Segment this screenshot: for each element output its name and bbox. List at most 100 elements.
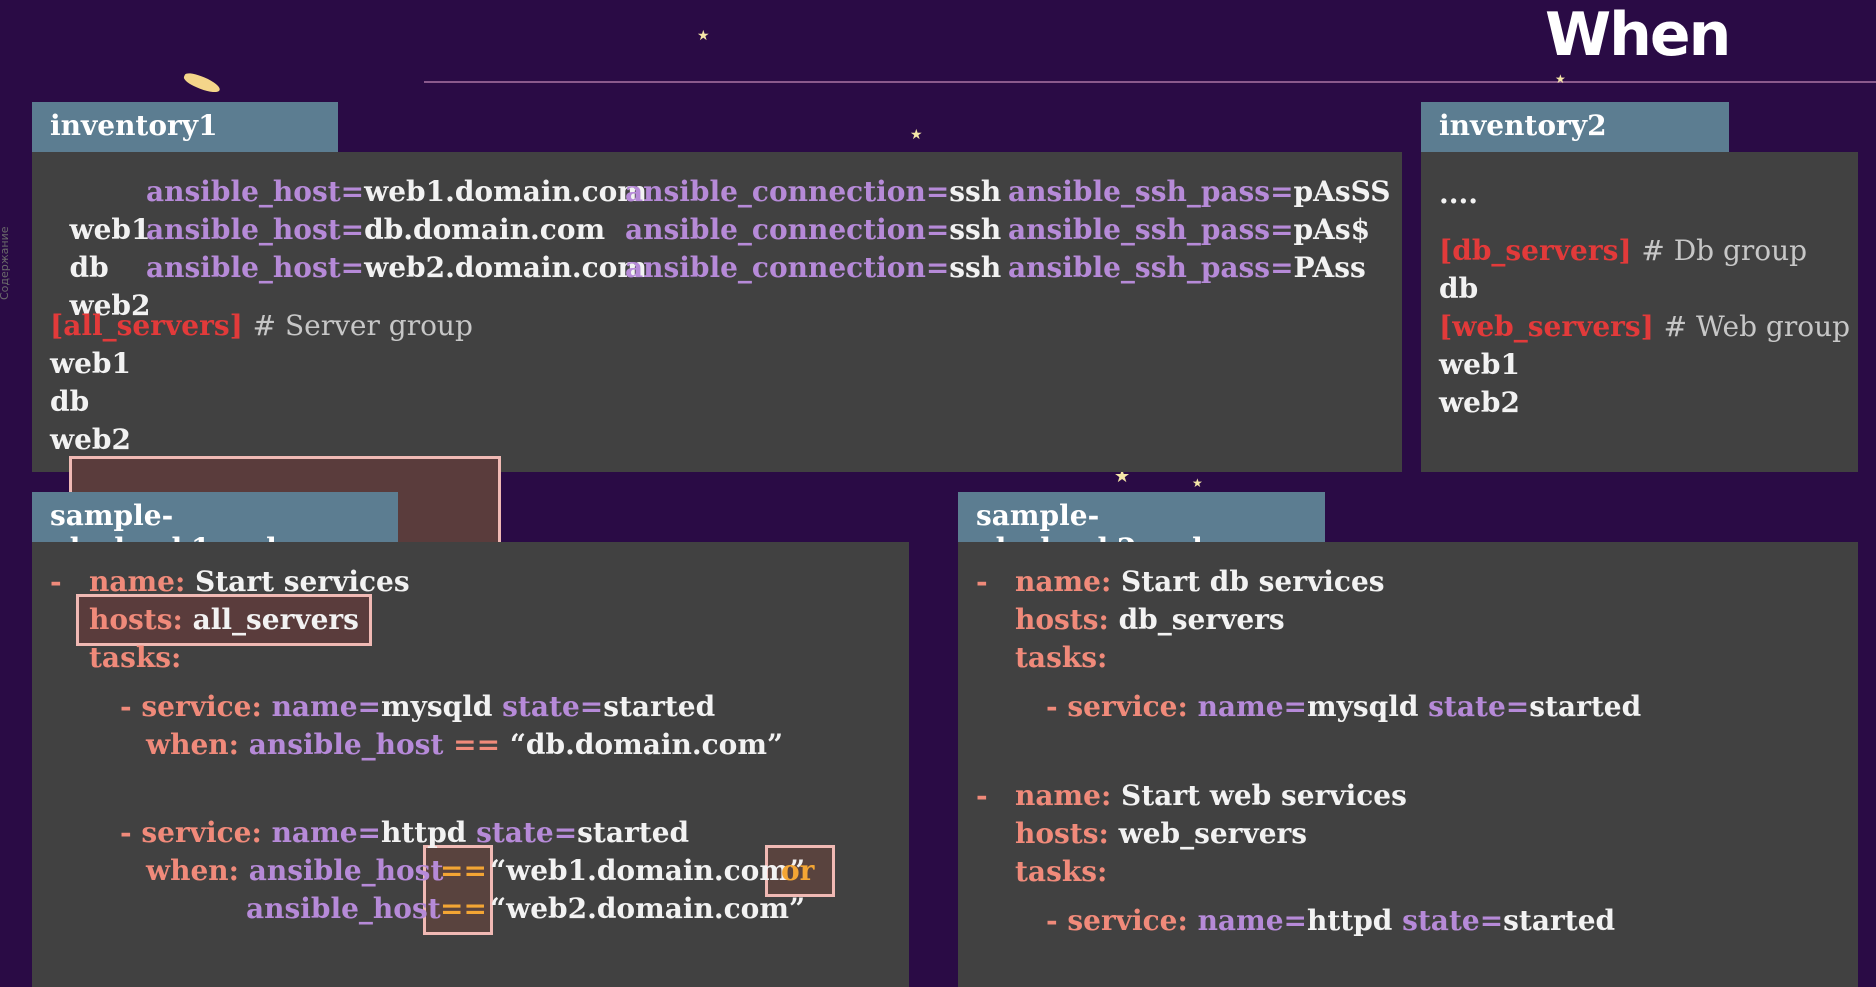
yaml-key: tasks: (89, 641, 182, 674)
task-service: - service: name=mysqld state=started (120, 688, 715, 726)
task-service: - service: name=httpd state=started (120, 814, 689, 852)
group-comment: # Server group (252, 309, 473, 342)
var-value: web2.domain.com (364, 251, 647, 284)
var-value: started (1503, 904, 1616, 937)
yaml-key: hosts: (89, 603, 183, 636)
yaml-key: tasks: (1015, 855, 1108, 888)
inventory1-host-row-vars: ansible_host=web2.domain.com (146, 249, 647, 287)
play-tasks: tasks: (89, 639, 181, 677)
var-value: httpd (380, 816, 467, 849)
yaml-key: name: (89, 565, 186, 598)
inventory1-host-row-pass: ansible_ssh_pass=pAs$ (1008, 211, 1370, 249)
var-value: web1.domain.com (364, 175, 647, 208)
when-operator: == (440, 854, 487, 887)
inventory1-host-row-pass: ansible_ssh_pass=pAsSS (1008, 173, 1390, 211)
yaml-key: name: (1015, 565, 1112, 598)
yaml-key: - service: (1046, 904, 1188, 937)
var-key: ansible_host= (146, 175, 365, 208)
when-variable: ansible_host (246, 892, 441, 925)
when-or-operator: or (781, 854, 815, 887)
play-name: name: Start services (89, 563, 410, 601)
group-member: web1 (1439, 348, 1520, 381)
task-when: when: ansible_host (146, 852, 443, 890)
yaml-key: - service: (1046, 690, 1188, 723)
tab-sample-playbook1: sample-playbook1.yml (32, 492, 398, 565)
star-icon: ★ (1555, 72, 1566, 86)
var-key: ansible_host= (146, 213, 365, 246)
yaml-value: all_servers (192, 603, 359, 636)
star-icon: ★ (910, 127, 923, 143)
inventory1-host-row-pass: ansible_ssh_pass=PAss (1008, 249, 1366, 287)
yaml-key: - service: (120, 816, 262, 849)
when-variable: ansible_host (248, 728, 444, 761)
yaml-key: hosts: (1015, 817, 1109, 850)
var-value: started (603, 690, 716, 723)
when-operator: == (440, 892, 487, 925)
var-key: ansible_ssh_pass= (1008, 175, 1294, 208)
var-key: name= (1197, 690, 1307, 723)
comet-decoration (182, 70, 222, 96)
inventory1-host-row-conn: ansible_connection=ssh (625, 211, 1001, 249)
yaml-value: Start services (195, 565, 410, 598)
yaml-key: when: (146, 854, 239, 887)
play-dash: - (976, 779, 988, 812)
var-key: state= (1402, 904, 1504, 937)
title-divider (424, 81, 1876, 83)
play-hosts: hosts: db_servers (1015, 601, 1285, 639)
inventory1-host-row-vars: ansible_host=db.domain.com (146, 211, 605, 249)
var-key: ansible_connection= (625, 213, 950, 246)
play-tasks: tasks: (1015, 853, 1107, 891)
var-value: mysqld (1306, 690, 1419, 723)
group-member: web1 (50, 347, 131, 380)
inventory1-host-row-conn: ansible_connection=ssh (625, 249, 1001, 287)
var-key: state= (476, 816, 578, 849)
web-servers-group-header: [web_servers] # Web group (1439, 308, 1850, 346)
var-key: name= (271, 690, 381, 723)
yaml-key: tasks: (1015, 641, 1108, 674)
all-servers-group-header: [all_servers] # Server group (50, 307, 473, 345)
var-value: pAsSS (1293, 175, 1391, 208)
group-name: [db_servers] (1439, 234, 1632, 267)
group-member: db (50, 385, 90, 418)
when-value: “db.domain.com” (509, 728, 784, 761)
yaml-key: name: (1015, 779, 1112, 812)
var-key: state= (1428, 690, 1530, 723)
star-icon: ★ (1192, 476, 1203, 490)
yaml-value: db_servers (1118, 603, 1285, 636)
group-member: web2 (1439, 386, 1520, 419)
var-value: started (577, 816, 690, 849)
var-value: ssh (949, 213, 1002, 246)
group-name: [all_servers] (50, 309, 243, 342)
group-member: web2 (50, 423, 131, 456)
tab-sample-playbook2: sample-playbook2.yml (958, 492, 1325, 565)
slide-title: When (1545, 0, 1731, 70)
var-key: name= (1197, 904, 1307, 937)
var-value: pAs$ (1293, 213, 1371, 246)
when-variable: ansible_host (248, 854, 444, 887)
tab-inventory1: inventory1 (32, 102, 338, 152)
when-value: “web1.domain.com” (490, 854, 806, 887)
play-dash: - (976, 565, 988, 598)
group-comment: # Web group (1663, 310, 1851, 343)
when-value: “web2.domain.com” (490, 892, 806, 925)
var-value: ssh (949, 175, 1002, 208)
tab-inventory2: inventory2 (1421, 102, 1729, 152)
yaml-key: hosts: (1015, 603, 1109, 636)
play-tasks: tasks: (1015, 639, 1107, 677)
when-operator: == (453, 728, 501, 761)
inventory1-host-row-vars: ansible_host=web1.domain.com (146, 173, 647, 211)
yaml-value: Start web services (1121, 779, 1407, 812)
var-value: ssh (949, 251, 1002, 284)
play-name: name: Start web services (1015, 777, 1407, 815)
inventory2-ellipsis: .... (1439, 177, 1478, 210)
yaml-key: - service: (120, 690, 262, 723)
var-key: ansible_ssh_pass= (1008, 213, 1294, 246)
task-service: - service: name=httpd state=started (1046, 902, 1615, 940)
group-comment: # Db group (1641, 234, 1808, 267)
var-value: httpd (1306, 904, 1393, 937)
yaml-value: Start db services (1121, 565, 1385, 598)
db-servers-group-header: [db_servers] # Db group (1439, 232, 1807, 270)
var-key: name= (271, 816, 381, 849)
group-name: [web_servers] (1439, 310, 1654, 343)
var-value: db.domain.com (364, 213, 606, 246)
